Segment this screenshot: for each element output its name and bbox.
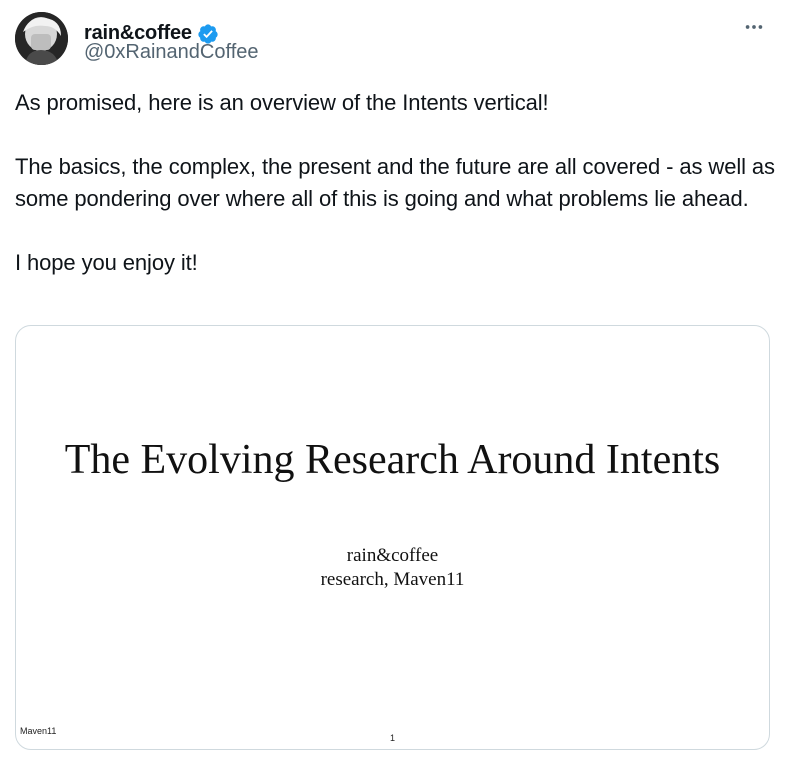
slide-affiliation: research, Maven11 [320, 569, 465, 590]
slide-author: rain&coffee [346, 545, 439, 566]
author-handle[interactable]: @0xRainandCoffee [84, 41, 259, 64]
slide-footer-label: Maven11 [20, 726, 57, 736]
tweet-paragraph-2: The basics, the complex, the present and… [15, 154, 775, 211]
tweet-text: As promised, here is an overview of the … [15, 87, 775, 279]
tweet-paragraph-3: I hope you enjoy it! [15, 250, 198, 275]
more-options-button[interactable] [739, 12, 769, 42]
avatar-image [15, 12, 68, 65]
avatar[interactable] [15, 12, 68, 65]
tweet-paragraph-1: As promised, here is an overview of the … [15, 90, 549, 115]
slide-title: The Evolving Research Around Intents [64, 437, 721, 483]
tweet-header: rain&coffee @0xRainandCoffee [15, 12, 775, 68]
slide-page-number: 1 [390, 733, 396, 743]
tweet-media-image[interactable]: The Evolving Research Around Intents rai… [15, 325, 770, 750]
more-horizontal-icon [745, 25, 763, 29]
slide: The Evolving Research Around Intents rai… [16, 326, 769, 749]
